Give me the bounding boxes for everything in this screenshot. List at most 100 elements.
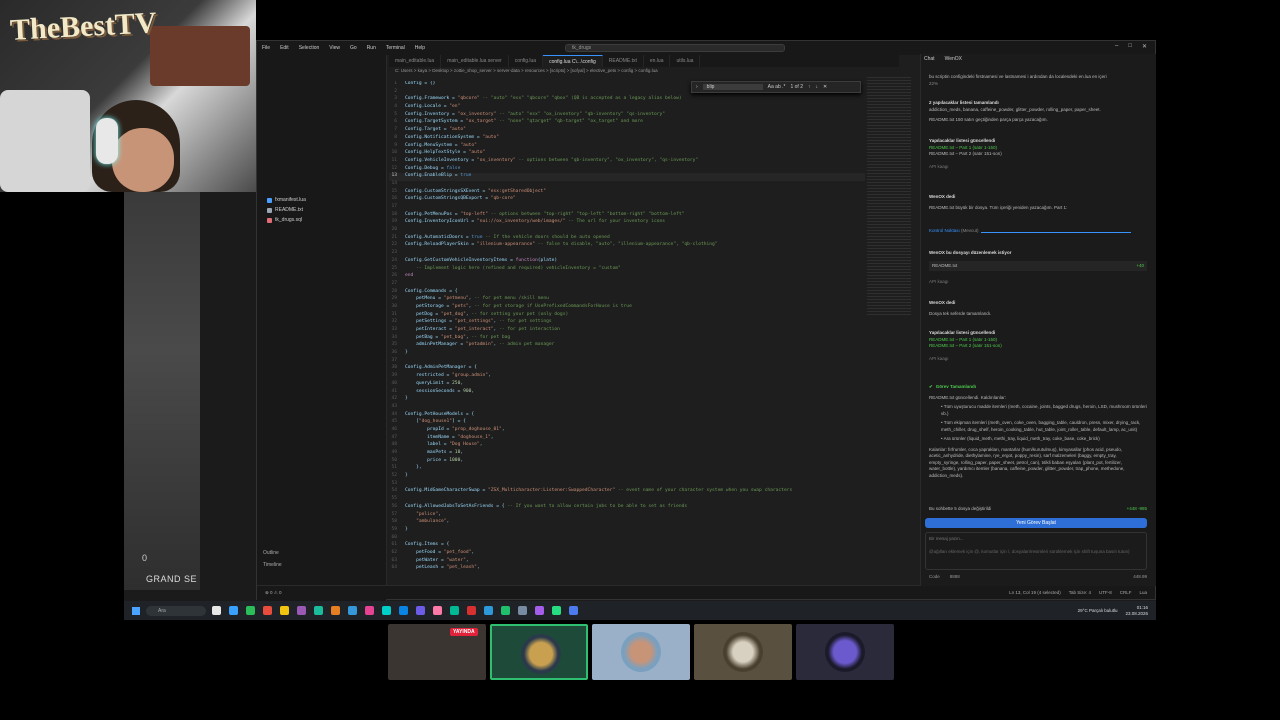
code-line[interactable]: 60 — [389, 535, 865, 543]
api-request-2[interactable]: API kaagı — [929, 279, 1147, 286]
thumbnail-5[interactable] — [796, 624, 894, 680]
code-line[interactable]: 55 — [389, 496, 865, 504]
taskbar-app-icon[interactable] — [382, 606, 391, 615]
api-request-3[interactable]: API kaagı — [929, 356, 1147, 363]
menu-help[interactable]: Help — [410, 45, 430, 51]
api-request-1[interactable]: API kaagı — [929, 164, 1147, 171]
code-line[interactable]: 4 Config.Locale = "en" — [389, 104, 865, 112]
code-line[interactable]: 49 maxPets = 10, — [389, 450, 865, 458]
code-line[interactable]: 62 petFood = "pet_food", — [389, 550, 865, 558]
taskbar-app-icon[interactable] — [229, 606, 238, 615]
problems-indicator[interactable]: ⊗ 0 ⚠ 0 — [265, 590, 282, 596]
code-line[interactable]: 58 "ambulance", — [389, 519, 865, 527]
code-line[interactable]: 48 label = "Dog House", — [389, 442, 865, 450]
taskbar-app-icon[interactable] — [450, 606, 459, 615]
chat-input[interactable]: Bir mesaj yazın... @ağılları eklemek içi… — [925, 532, 1147, 570]
code-line[interactable]: 61 Config.Items = { — [389, 542, 865, 550]
file-item[interactable]: fxmanifest.lua — [257, 195, 386, 205]
code-line[interactable]: 59} — [389, 527, 865, 535]
file-item[interactable]: README.txt — [257, 205, 386, 215]
editor-tab[interactable]: main_editable.lua — [389, 55, 442, 67]
code-line[interactable]: 10 Config.HelpTextStyle = "auto" — [389, 150, 865, 158]
indentation[interactable]: Tab Size: 4 — [1069, 590, 1091, 595]
code-line[interactable]: 6 Config.TargetSystem = "ox_target" -- "n… — [389, 119, 865, 127]
taskbar-app-icon[interactable] — [501, 606, 510, 615]
code-line[interactable]: 35 adminPetManager = "petadmin", -- admi… — [389, 342, 865, 350]
find-toggle-icon[interactable]: › — [696, 84, 698, 90]
encoding[interactable]: UTF-8 — [1099, 590, 1112, 595]
file-edit-row[interactable]: README.txt +40 — [929, 260, 1147, 271]
taskbar-app-icon[interactable] — [484, 606, 493, 615]
thumbnail-live[interactable]: YAYINDA — [388, 624, 486, 680]
taskbar-app-icon[interactable] — [433, 606, 442, 615]
taskbar-app-icon[interactable] — [467, 606, 476, 615]
mode-selector[interactable]: Code — [929, 574, 940, 581]
taskbar-app-icon[interactable] — [314, 606, 323, 615]
menu-terminal[interactable]: Terminal — [381, 45, 410, 51]
taskbar-app-icon[interactable] — [212, 606, 221, 615]
find-prev-icon[interactable]: ↑ — [808, 84, 811, 90]
code-editor[interactable]: 1 Config = {} 2 3 Config.Framework = "qbcore… — [389, 81, 865, 589]
code-line[interactable]: 20 — [389, 227, 865, 235]
code-line[interactable]: 13 Config.EnableBlip = true — [389, 173, 865, 181]
taskbar-app-icon[interactable] — [518, 606, 527, 615]
code-line[interactable]: 54 Config.MidGameCharacterSwap = "ZSX_Mul… — [389, 488, 865, 496]
code-line[interactable]: 50 price = 1000, — [389, 458, 865, 466]
editor-tab[interactable]: config.lua — [509, 55, 544, 67]
changed-files-row[interactable]: Bu sohbette 5 dosya değiştirildi +448 -9… — [929, 506, 1147, 513]
editor-tab[interactable]: en.lua — [644, 55, 671, 67]
menu-go[interactable]: Go — [345, 45, 362, 51]
code-line[interactable]: 57 "police", — [389, 512, 865, 520]
code-line[interactable]: 26 end — [389, 273, 865, 281]
taskbar-app-icon[interactable] — [246, 606, 255, 615]
find-options[interactable]: Aa ab .* — [768, 84, 786, 90]
taskbar-app-icon[interactable] — [297, 606, 306, 615]
close-icon[interactable]: ✕ — [1142, 43, 1147, 50]
code-line[interactable]: 29 petMenu = "petmenu", -- for pet menu … — [389, 296, 865, 304]
code-line[interactable]: 42} — [389, 396, 865, 404]
editor-tab[interactable]: main_editable.lua server — [441, 55, 509, 67]
code-line[interactable]: 19 Config.InventoryIconUrl = "nui://ox_in… — [389, 219, 865, 227]
taskbar-app-icon[interactable] — [348, 606, 357, 615]
code-line[interactable]: 32 petSettings = "pet_settings", -- for … — [389, 319, 865, 327]
code-line[interactable]: 27 — [389, 281, 865, 289]
code-line[interactable]: 56 Config.AllowedJobsToSetAsFriends = { -… — [389, 504, 865, 512]
menu-selection[interactable]: Selection — [294, 45, 325, 51]
code-line[interactable]: 51 }, — [389, 465, 865, 473]
code-line[interactable]: 41 sessionSeconds = 900, — [389, 389, 865, 397]
model-selector[interactable]: 8888 — [950, 574, 960, 581]
editor-tab[interactable]: README.txt — [603, 55, 644, 67]
code-line[interactable]: 64 petLeash = "pet_leash", — [389, 565, 865, 573]
minimap[interactable] — [867, 77, 911, 317]
code-line[interactable]: 40 queryLimit = 250, — [389, 381, 865, 389]
maximize-icon[interactable]: □ — [1128, 43, 1132, 50]
minimize-icon[interactable]: – — [1115, 43, 1118, 50]
thumbnail-2[interactable] — [490, 624, 588, 680]
taskbar-app-icon[interactable] — [535, 606, 544, 615]
code-line[interactable]: 14 — [389, 181, 865, 189]
tab-chat[interactable]: Chat — [924, 56, 935, 62]
cursor-position[interactable]: Ln 13, Col 19 (4 selected) — [1009, 590, 1061, 595]
taskbar-app-icon[interactable] — [569, 606, 578, 615]
code-line[interactable]: 38 Config.AdminPetManager = { — [389, 365, 865, 373]
line-ending[interactable]: CRLF — [1120, 590, 1132, 595]
taskbar-app-icon[interactable] — [552, 606, 561, 615]
file-item[interactable]: tk_drugs.sql — [257, 215, 386, 225]
language-mode[interactable]: Lua — [1139, 590, 1147, 595]
taskbar-app-icon[interactable] — [280, 606, 289, 615]
clock[interactable]: 01:16 23.08.2026 — [1125, 605, 1148, 617]
code-line[interactable]: 7 Config.Target = "auto" — [389, 127, 865, 135]
breadcrumb[interactable]: C: Users > kaya > Desktop > zottie_shop_… — [395, 68, 658, 73]
find-next-icon[interactable]: ↓ — [815, 84, 818, 90]
timeline-section[interactable]: Timeline — [257, 559, 386, 571]
taskbar-app-icon[interactable] — [263, 606, 272, 615]
thumbnail-4[interactable] — [694, 624, 792, 680]
code-line[interactable]: 33 petInteract = "pet_interact", -- for … — [389, 327, 865, 335]
code-line[interactable]: 46 propId = "prop_doghouse_01", — [389, 427, 865, 435]
find-close-icon[interactable]: ✕ — [823, 84, 827, 90]
code-line[interactable]: 8 Config.NotificationSystem = "auto" — [389, 135, 865, 143]
outline-section[interactable]: Outline — [257, 547, 386, 559]
code-line[interactable]: 17 — [389, 204, 865, 212]
code-line[interactable]: 24 Config.GetCustomVehicleInventoryItems … — [389, 258, 865, 266]
thumbnail-3[interactable] — [592, 624, 690, 680]
